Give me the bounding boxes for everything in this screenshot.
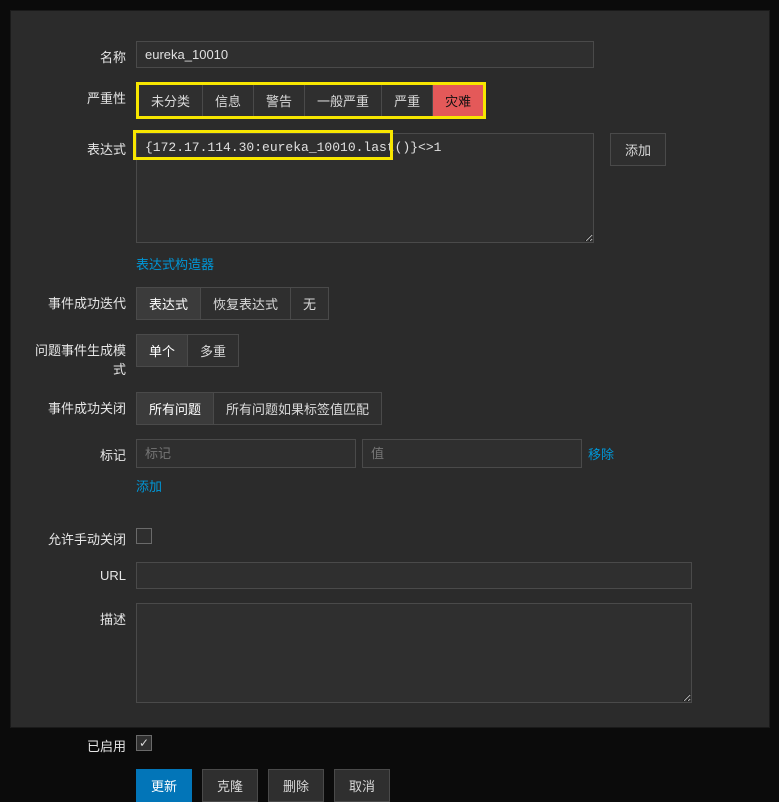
row-enabled: 已启用 — [31, 730, 749, 755]
label-url: URL — [31, 562, 136, 583]
label-tags: 标记 — [31, 439, 136, 464]
problem-mode-group: 单个 多重 — [136, 334, 239, 367]
label-event-iter: 事件成功迭代 — [31, 287, 136, 312]
update-button[interactable]: 更新 — [136, 769, 192, 802]
event-iter-none[interactable]: 无 — [291, 288, 328, 319]
label-problem-mode: 问题事件生成模式 — [31, 334, 136, 378]
label-severity: 严重性 — [31, 82, 136, 107]
row-event-iter: 事件成功迭代 表达式 恢复表达式 无 — [31, 287, 749, 320]
tag-key-input[interactable] — [136, 439, 356, 468]
manual-close-checkbox[interactable] — [136, 528, 152, 544]
row-footer: 更新 克隆 删除 取消 — [31, 769, 749, 802]
name-input[interactable] — [136, 41, 594, 68]
row-event-close: 事件成功关闭 所有问题 所有问题如果标签值匹配 — [31, 392, 749, 425]
row-severity: 严重性 未分类 信息 警告 一般严重 严重 灾难 — [31, 82, 749, 119]
severity-info[interactable]: 信息 — [203, 85, 254, 116]
row-tags: 标记 移除 添加 — [31, 439, 749, 495]
tag-value-input[interactable] — [362, 439, 582, 468]
description-textarea[interactable] — [136, 603, 692, 703]
label-name: 名称 — [31, 41, 136, 66]
event-iter-recovery[interactable]: 恢复表达式 — [201, 288, 291, 319]
row-manual-close: 允许手动关闭 — [31, 523, 749, 548]
event-close-all-tag[interactable]: 所有问题如果标签值匹配 — [214, 393, 381, 424]
severity-group: 未分类 信息 警告 一般严重 严重 灾难 — [139, 85, 483, 116]
severity-disaster[interactable]: 灾难 — [433, 85, 483, 116]
severity-avg[interactable]: 一般严重 — [305, 85, 382, 116]
label-enabled: 已启用 — [31, 730, 136, 755]
expression-builder-link[interactable]: 表达式构造器 — [136, 257, 214, 272]
severity-warn[interactable]: 警告 — [254, 85, 305, 116]
row-description: 描述 — [31, 603, 749, 706]
label-event-close: 事件成功关闭 — [31, 392, 136, 417]
delete-button[interactable]: 删除 — [268, 769, 324, 802]
label-expression: 表达式 — [31, 133, 136, 158]
row-expression: 表达式 {172.17.114.30:eureka_10010.last()}<… — [31, 133, 749, 273]
event-close-group: 所有问题 所有问题如果标签值匹配 — [136, 392, 382, 425]
severity-unclassified[interactable]: 未分类 — [139, 85, 203, 116]
cancel-button[interactable]: 取消 — [334, 769, 390, 802]
url-input[interactable] — [136, 562, 692, 589]
enabled-checkbox[interactable] — [136, 735, 152, 751]
row-url: URL — [31, 562, 749, 589]
tag-add-link[interactable]: 添加 — [136, 479, 162, 494]
event-close-all[interactable]: 所有问题 — [137, 393, 214, 424]
event-iter-group: 表达式 恢复表达式 无 — [136, 287, 329, 320]
add-expression-button[interactable]: 添加 — [610, 133, 666, 166]
row-name: 名称 — [31, 41, 749, 68]
clone-button[interactable]: 克隆 — [202, 769, 258, 802]
row-problem-mode: 问题事件生成模式 单个 多重 — [31, 334, 749, 378]
tag-remove-link[interactable]: 移除 — [588, 444, 614, 463]
expression-textarea[interactable]: {172.17.114.30:eureka_10010.last()}<>1 — [136, 133, 594, 243]
event-iter-expr[interactable]: 表达式 — [137, 288, 201, 319]
label-manual-close: 允许手动关闭 — [31, 523, 136, 548]
problem-mode-multiple[interactable]: 多重 — [188, 335, 238, 366]
label-description: 描述 — [31, 603, 136, 628]
severity-high[interactable]: 严重 — [382, 85, 433, 116]
form-panel: 名称 严重性 未分类 信息 警告 一般严重 严重 灾难 表达式 — [10, 10, 770, 728]
problem-mode-single[interactable]: 单个 — [137, 335, 188, 366]
